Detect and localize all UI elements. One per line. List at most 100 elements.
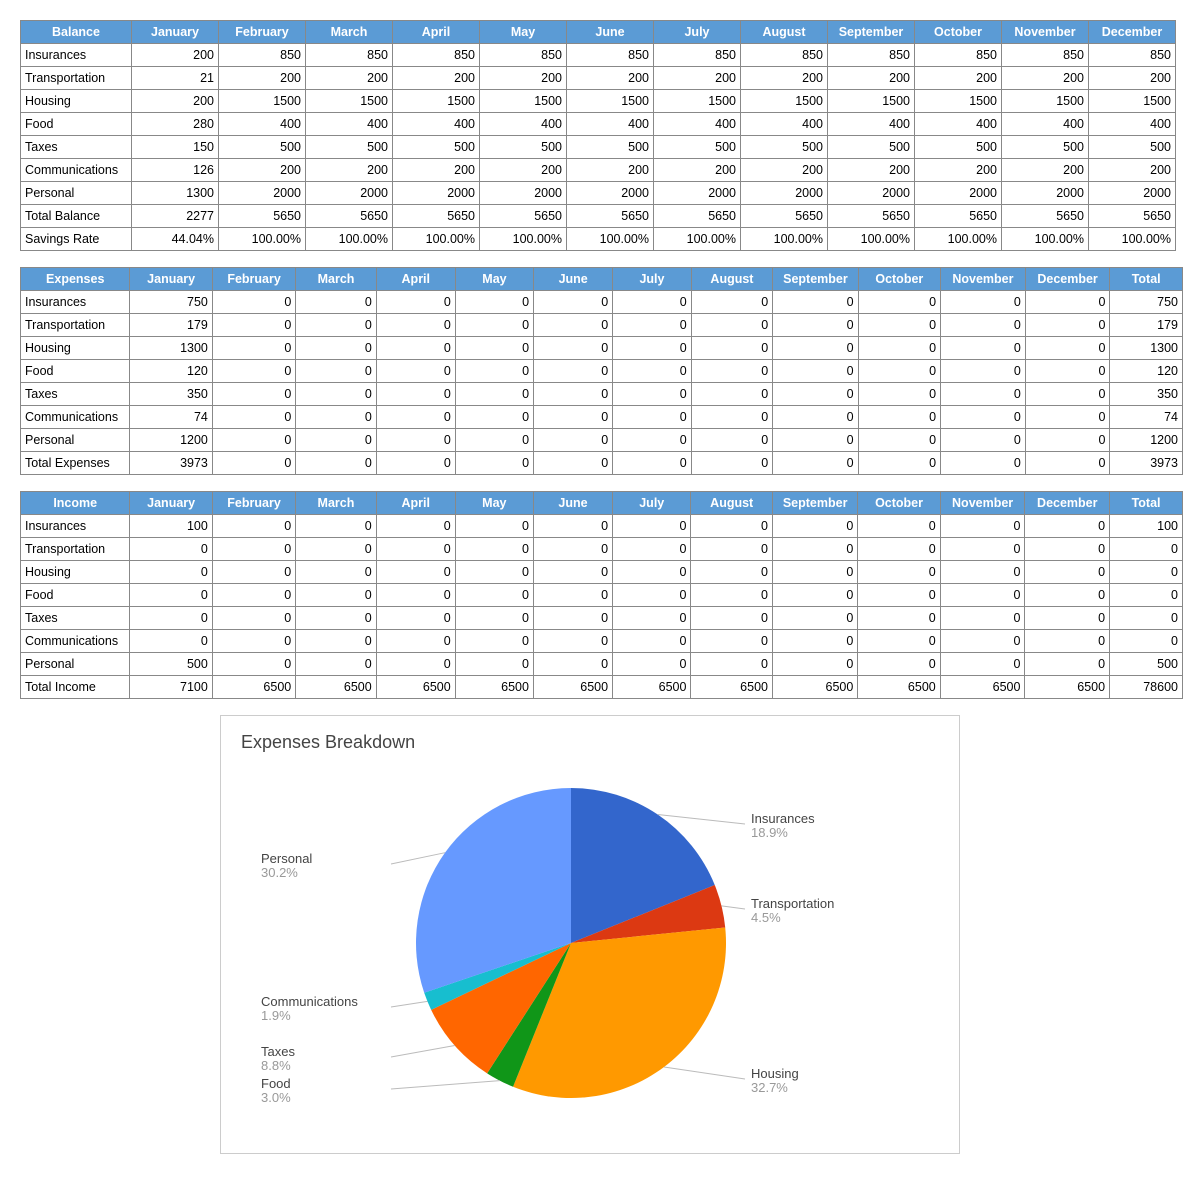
pie-label: Communications1.9% — [261, 995, 358, 1024]
cell-value: 3973 — [130, 452, 212, 475]
cell-value: 0 — [858, 452, 940, 475]
table-row: Personal13002000200020002000200020002000… — [21, 182, 1176, 205]
table-row: Food12000000000000120 — [21, 360, 1183, 383]
col-header-month: January — [130, 268, 212, 291]
cell-value: 0 — [296, 584, 376, 607]
cell-value: 200 — [1089, 67, 1176, 90]
cell-value: 850 — [567, 44, 654, 67]
cell-value: 0 — [376, 383, 455, 406]
cell-value: 21 — [132, 67, 219, 90]
cell-value: 100 — [130, 515, 212, 538]
table-row: Housing200150015001500150015001500150015… — [21, 90, 1176, 113]
cell-value: 0 — [455, 452, 533, 475]
table-row: Insurances10000000000000100 — [21, 515, 1183, 538]
cell-value: 0 — [773, 429, 858, 452]
cell-value: 1500 — [480, 90, 567, 113]
cell-value: 100.00% — [741, 228, 828, 251]
cell-value: 6500 — [296, 676, 376, 699]
col-header-month: March — [296, 268, 376, 291]
table-row: Food280400400400400400400400400400400400 — [21, 113, 1176, 136]
cell-value: 0 — [858, 429, 940, 452]
cell-value: 0 — [1025, 429, 1110, 452]
cell-value: 0 — [1025, 607, 1110, 630]
cell-value: 5650 — [741, 205, 828, 228]
col-header-month: December — [1089, 21, 1176, 44]
cell-value: 0 — [1025, 406, 1110, 429]
pie-label: Taxes8.8% — [261, 1045, 295, 1074]
cell-value: 0 — [455, 337, 533, 360]
cell-value: 500 — [567, 136, 654, 159]
cell-value: 500 — [1002, 136, 1089, 159]
cell-value: 0 — [941, 337, 1026, 360]
cell-total: 350 — [1110, 383, 1183, 406]
cell-value: 2277 — [132, 205, 219, 228]
cell-value: 0 — [376, 653, 455, 676]
cell-value: 0 — [376, 630, 455, 653]
balance-table: BalanceJanuaryFebruaryMarchAprilMayJuneJ… — [20, 20, 1176, 251]
cell-value: 0 — [858, 630, 940, 653]
cell-value: 350 — [130, 383, 212, 406]
cell-value: 0 — [772, 515, 857, 538]
table-row: Insurances75000000000000750 — [21, 291, 1183, 314]
cell-value: 0 — [212, 314, 295, 337]
cell-value: 500 — [480, 136, 567, 159]
cell-value: 0 — [772, 538, 857, 561]
cell-value: 2000 — [915, 182, 1002, 205]
cell-value: 0 — [296, 538, 376, 561]
pie-label-pct: 30.2% — [261, 866, 312, 880]
cell-value: 1300 — [130, 337, 212, 360]
row-label: Insurances — [21, 291, 130, 314]
cell-value: 0 — [858, 360, 940, 383]
cell-value: 2000 — [393, 182, 480, 205]
row-label: Total Income — [21, 676, 130, 699]
cell-value: 200 — [741, 67, 828, 90]
cell-value: 400 — [828, 113, 915, 136]
cell-value: 0 — [941, 452, 1026, 475]
cell-value: 1500 — [393, 90, 480, 113]
pie-label: Housing32.7% — [751, 1067, 799, 1096]
cell-value: 200 — [915, 159, 1002, 182]
cell-total: 78600 — [1110, 676, 1183, 699]
cell-value: 400 — [654, 113, 741, 136]
cell-value: 0 — [296, 429, 376, 452]
cell-value: 500 — [393, 136, 480, 159]
cell-value: 0 — [533, 515, 612, 538]
cell-value: 0 — [1025, 383, 1110, 406]
cell-value: 0 — [455, 561, 533, 584]
cell-value: 0 — [212, 291, 295, 314]
row-label: Insurances — [21, 44, 132, 67]
cell-value: 200 — [915, 67, 1002, 90]
cell-value: 200 — [306, 159, 393, 182]
pie-label-pct: 1.9% — [261, 1009, 358, 1023]
cell-value: 850 — [480, 44, 567, 67]
cell-value: 500 — [654, 136, 741, 159]
cell-value: 0 — [376, 538, 455, 561]
cell-value: 6500 — [1025, 676, 1110, 699]
cell-value: 0 — [858, 561, 940, 584]
cell-total: 0 — [1110, 561, 1183, 584]
col-header-label: Income — [21, 492, 130, 515]
row-label: Total Expenses — [21, 452, 130, 475]
cell-value: 0 — [212, 653, 295, 676]
cell-value: 0 — [376, 406, 455, 429]
pie-label: Personal30.2% — [261, 852, 312, 881]
row-label: Communications — [21, 630, 130, 653]
cell-value: 0 — [858, 383, 940, 406]
cell-value: 0 — [940, 515, 1025, 538]
pie-label-name: Housing — [751, 1067, 799, 1081]
pie-label-name: Insurances — [751, 812, 815, 826]
cell-total: 0 — [1110, 538, 1183, 561]
cell-value: 0 — [940, 653, 1025, 676]
cell-value: 0 — [376, 314, 455, 337]
cell-value: 0 — [858, 337, 940, 360]
col-header-month: April — [376, 268, 455, 291]
cell-value: 200 — [1089, 159, 1176, 182]
cell-value: 500 — [828, 136, 915, 159]
cell-value: 750 — [130, 291, 212, 314]
table-row: Housing1300000000000001300 — [21, 337, 1183, 360]
cell-value: 0 — [858, 291, 940, 314]
cell-value: 0 — [613, 314, 691, 337]
cell-value: 0 — [773, 383, 858, 406]
row-label: Total Balance — [21, 205, 132, 228]
cell-value: 1500 — [219, 90, 306, 113]
